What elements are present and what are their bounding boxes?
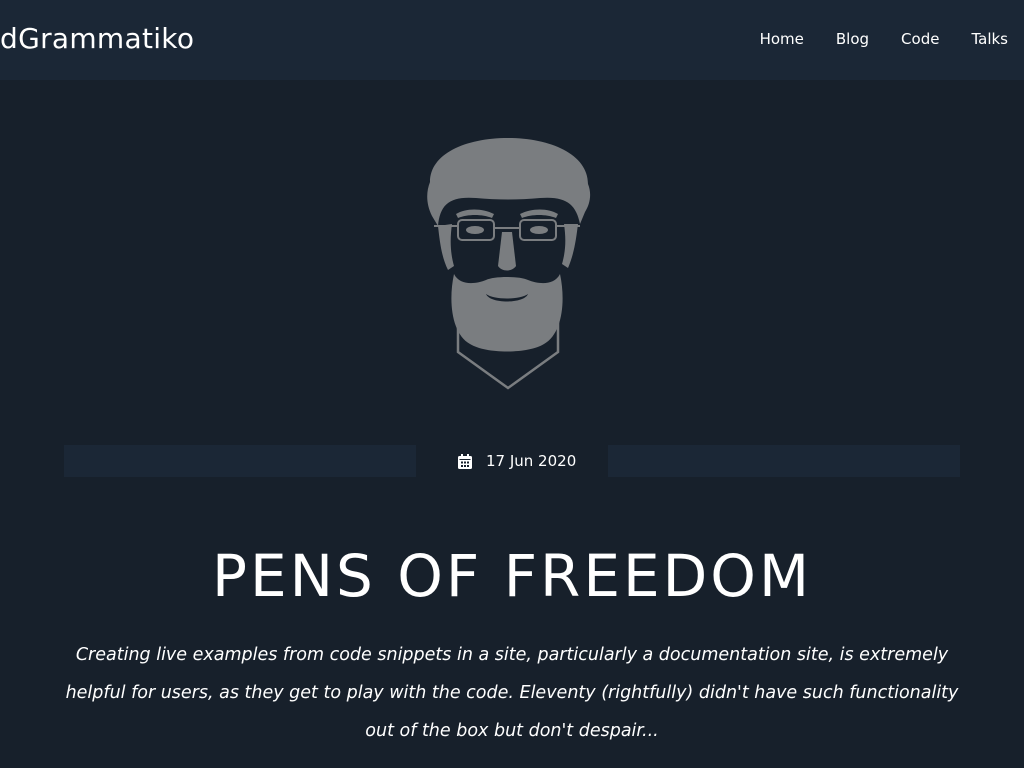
post-date: 17 Jun 2020 (458, 445, 576, 477)
meta-divider-right (608, 445, 960, 477)
nav-link-talks[interactable]: Talks (971, 28, 1008, 50)
post-title[interactable]: PENS OF FREEDOM (0, 538, 1024, 614)
post-meta-bar: 17 Jun 2020 (64, 445, 960, 477)
post-excerpt: Creating live examples from code snippet… (65, 645, 959, 741)
nav-link-blog[interactable]: Blog (836, 28, 869, 50)
meta-divider-left (64, 445, 416, 477)
post-date-text: 17 Jun 2020 (486, 452, 577, 470)
top-navigation-bar: dGrammatiko Home Blog Code Talks (0, 0, 1024, 80)
author-avatar-icon (427, 138, 591, 390)
main-nav: Home Blog Code Talks (728, 28, 1008, 50)
calendar-icon (458, 453, 472, 469)
nav-link-home[interactable]: Home (760, 28, 804, 50)
site-brand-link[interactable]: dGrammatiko (0, 20, 194, 58)
nav-link-code[interactable]: Code (901, 28, 939, 50)
